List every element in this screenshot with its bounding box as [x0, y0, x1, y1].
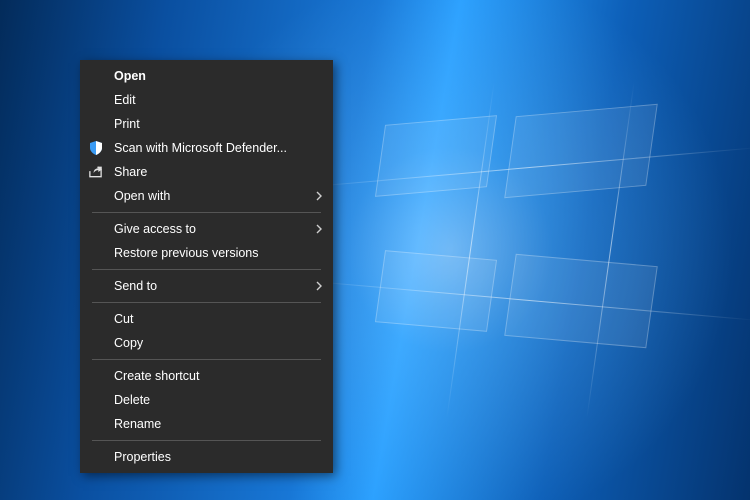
- menu-item-delete[interactable]: Delete: [80, 388, 333, 412]
- menu-item-label: Print: [114, 117, 140, 131]
- file-context-menu: Open Edit Print Scan with Microsoft Defe…: [80, 60, 333, 473]
- menu-item-label: Create shortcut: [114, 369, 199, 383]
- menu-item-open[interactable]: Open: [80, 64, 333, 88]
- menu-item-restore-previous-versions[interactable]: Restore previous versions: [80, 241, 333, 265]
- menu-item-label: Rename: [114, 417, 161, 431]
- chevron-right-icon: [315, 224, 323, 234]
- menu-item-label: Restore previous versions: [114, 246, 259, 260]
- shield-icon: [88, 140, 104, 156]
- menu-item-give-access-to[interactable]: Give access to: [80, 217, 333, 241]
- menu-item-label: Cut: [114, 312, 133, 326]
- menu-item-label: Share: [114, 165, 147, 179]
- menu-item-share[interactable]: Share: [80, 160, 333, 184]
- menu-item-open-with[interactable]: Open with: [80, 184, 333, 208]
- menu-item-label: Send to: [114, 279, 157, 293]
- menu-separator: [92, 359, 321, 360]
- menu-separator: [92, 269, 321, 270]
- menu-item-label: Open: [114, 69, 146, 83]
- menu-item-label: Properties: [114, 450, 171, 464]
- wallpaper-pane: [504, 104, 658, 198]
- desktop-wallpaper: Open Edit Print Scan with Microsoft Defe…: [0, 0, 750, 500]
- menu-item-rename[interactable]: Rename: [80, 412, 333, 436]
- menu-item-properties[interactable]: Properties: [80, 445, 333, 469]
- menu-item-cut[interactable]: Cut: [80, 307, 333, 331]
- menu-item-label: Scan with Microsoft Defender...: [114, 141, 287, 155]
- menu-separator: [92, 440, 321, 441]
- menu-item-label: Copy: [114, 336, 143, 350]
- menu-separator: [92, 302, 321, 303]
- chevron-right-icon: [315, 281, 323, 291]
- menu-item-scan-defender[interactable]: Scan with Microsoft Defender...: [80, 136, 333, 160]
- menu-item-copy[interactable]: Copy: [80, 331, 333, 355]
- menu-item-label: Give access to: [114, 222, 196, 236]
- menu-item-create-shortcut[interactable]: Create shortcut: [80, 364, 333, 388]
- menu-item-label: Edit: [114, 93, 136, 107]
- wallpaper-pane: [375, 115, 497, 197]
- wallpaper-pane: [504, 254, 658, 348]
- menu-item-label: Open with: [114, 189, 170, 203]
- menu-item-print[interactable]: Print: [80, 112, 333, 136]
- menu-item-label: Delete: [114, 393, 150, 407]
- menu-item-edit[interactable]: Edit: [80, 88, 333, 112]
- menu-separator: [92, 212, 321, 213]
- wallpaper-pane: [375, 250, 497, 332]
- chevron-right-icon: [315, 191, 323, 201]
- share-icon: [88, 165, 103, 180]
- menu-item-send-to[interactable]: Send to: [80, 274, 333, 298]
